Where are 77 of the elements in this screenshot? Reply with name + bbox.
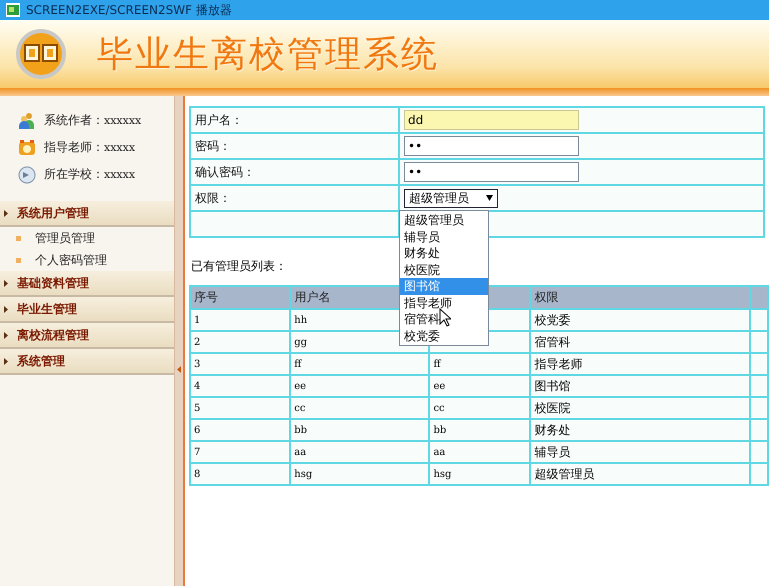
table-cell: bb bbox=[429, 419, 530, 441]
table-cell: 7 bbox=[190, 441, 290, 463]
caret-icon bbox=[4, 306, 8, 312]
role-dropdown[interactable]: 超级管理员 bbox=[404, 188, 498, 208]
splitter-bar[interactable] bbox=[174, 96, 185, 586]
table-cell bbox=[750, 441, 768, 463]
table-cell bbox=[750, 419, 768, 441]
app-title: 毕业生离校管理系统 bbox=[97, 32, 439, 76]
info-text: 所在学校：xxxxx bbox=[44, 166, 136, 183]
table-cell: 4 bbox=[190, 375, 290, 397]
table-cell: hsg bbox=[290, 463, 430, 485]
window-title: SCREEN2EXE/SCREEN2SWF 播放器 bbox=[26, 2, 232, 18]
menu-section[interactable]: 系统管理 bbox=[0, 349, 174, 375]
dropdown-option[interactable]: 辅导员 bbox=[400, 228, 488, 245]
arrow-left-icon[interactable] bbox=[177, 366, 182, 373]
column-header bbox=[750, 286, 768, 309]
table-cell: 指导老师 bbox=[530, 353, 750, 375]
info-text: 系统作者：xxxxxx bbox=[44, 112, 142, 129]
table-cell: 辅导员 bbox=[530, 441, 750, 463]
table-cell: 校医院 bbox=[530, 397, 750, 419]
form-label: 用户名： bbox=[190, 107, 399, 133]
table-cell: 1 bbox=[190, 309, 290, 331]
table-cell: 财务处 bbox=[530, 419, 750, 441]
form-label: 权限： bbox=[190, 185, 399, 211]
caret-icon bbox=[4, 358, 8, 364]
table-cell: cc bbox=[290, 397, 430, 419]
mouse-pointer-icon bbox=[439, 308, 451, 327]
table-cell: 3 bbox=[190, 353, 290, 375]
users-icon bbox=[18, 112, 36, 130]
text-field[interactable]: dd bbox=[404, 110, 579, 130]
table-cell bbox=[750, 397, 768, 419]
dropdown-option[interactable]: 财务处 bbox=[400, 245, 488, 262]
table-cell: 6 bbox=[190, 419, 290, 441]
table-cell: 5 bbox=[190, 397, 290, 419]
password-field[interactable]: •• bbox=[404, 136, 579, 156]
table-cell: aa bbox=[290, 441, 430, 463]
table-cell bbox=[750, 375, 768, 397]
dropdown-arrow-icon bbox=[486, 195, 493, 201]
bullet-icon bbox=[16, 236, 21, 240]
table-cell bbox=[750, 353, 768, 375]
column-header: 权限 bbox=[530, 286, 750, 309]
menu-item[interactable]: 个人密码管理 bbox=[35, 252, 107, 268]
form-label: 确认密码： bbox=[190, 159, 399, 185]
table-cell: 图书馆 bbox=[530, 375, 750, 397]
table-cell: 超级管理员 bbox=[530, 463, 750, 485]
table-cell: aa bbox=[429, 441, 530, 463]
table-cell: 宿管科 bbox=[530, 331, 750, 353]
menu-item[interactable]: 管理员管理 bbox=[35, 230, 95, 246]
table-cell: 2 bbox=[190, 331, 290, 353]
bullet-icon bbox=[16, 258, 21, 262]
caret-icon bbox=[4, 332, 8, 338]
info-text: 指导老师：xxxxx bbox=[44, 139, 136, 156]
caret-icon bbox=[4, 280, 8, 286]
table-cell: ff bbox=[290, 353, 430, 375]
table-cell: ff bbox=[429, 353, 530, 375]
list-title: 已有管理员列表： bbox=[191, 258, 287, 275]
table-cell: bb bbox=[290, 419, 430, 441]
dropdown-option[interactable]: 校医院 bbox=[400, 262, 488, 278]
table-cell: 8 bbox=[190, 463, 290, 485]
table-cell bbox=[750, 309, 768, 331]
table-cell: 校党委 bbox=[530, 309, 750, 331]
form-label: 密码： bbox=[190, 133, 399, 159]
dropdown-option[interactable]: 超级管理员 bbox=[400, 212, 488, 228]
table-cell bbox=[750, 331, 768, 353]
table-cell: cc bbox=[429, 397, 530, 419]
password-field[interactable]: •• bbox=[404, 162, 579, 182]
table-cell: hsg bbox=[429, 463, 530, 485]
menu-section[interactable]: 基础资料管理 bbox=[0, 271, 174, 297]
column-header: 序号 bbox=[190, 286, 290, 309]
menu-section[interactable]: 离校流程管理 bbox=[0, 323, 174, 349]
app-icon bbox=[6, 3, 20, 17]
caret-icon bbox=[4, 210, 8, 216]
table-cell: ee bbox=[429, 375, 530, 397]
menu-section[interactable]: 毕业生管理 bbox=[0, 297, 174, 323]
menu-section[interactable]: 系统用户管理 bbox=[0, 201, 174, 227]
table-cell: ee bbox=[290, 375, 430, 397]
logo-icon bbox=[15, 28, 67, 80]
